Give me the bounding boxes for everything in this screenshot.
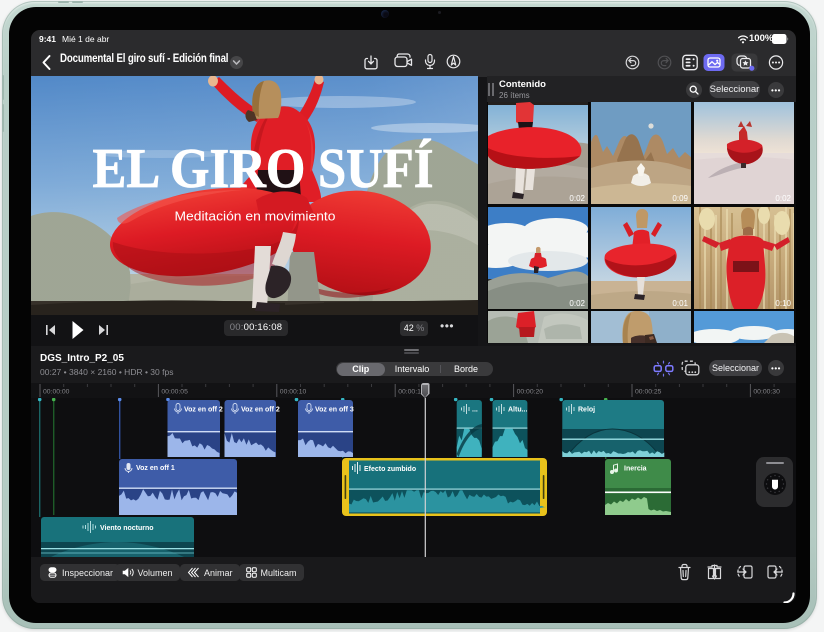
svg-text:00:00:05: 00:00:05	[161, 389, 188, 396]
svg-text:00:00:10: 00:00:10	[280, 389, 307, 396]
svg-text:Inercia: Inercia	[624, 466, 647, 473]
svg-text:Altu...: Altu...	[508, 407, 527, 414]
svg-text:Efecto zumbido: Efecto zumbido	[364, 466, 416, 473]
svg-text:Voz en off 2: Voz en off 2	[184, 407, 223, 414]
svg-text:0:02: 0:02	[569, 299, 585, 308]
svg-text:00:00:30: 00:00:30	[753, 389, 780, 396]
svg-text:0:10: 0:10	[775, 299, 791, 308]
svg-text:Voz en off 1: Voz en off 1	[136, 465, 175, 472]
svg-text:00:00:25: 00:00:25	[635, 389, 662, 396]
svg-text:0:01: 0:01	[672, 299, 688, 308]
svg-text:...: ...	[472, 407, 478, 414]
svg-text:0:02: 0:02	[569, 194, 585, 203]
svg-text:Voz en off 3: Voz en off 3	[315, 407, 354, 414]
svg-text:00:00:00: 00:00:00	[43, 389, 70, 396]
svg-text:0:09: 0:09	[672, 194, 688, 203]
svg-text:Meditación en movimiento: Meditación en movimiento	[175, 209, 336, 224]
svg-text:Reloj: Reloj	[578, 407, 595, 414]
svg-text:Viento nocturno: Viento nocturno	[100, 525, 154, 532]
svg-text:00:00:20: 00:00:20	[517, 389, 544, 396]
svg-text:0:02: 0:02	[775, 194, 791, 203]
svg-text:EL GIRO SUFÍ: EL GIRO SUFÍ	[93, 138, 434, 200]
svg-text:Voz en off 2: Voz en off 2	[241, 407, 280, 414]
